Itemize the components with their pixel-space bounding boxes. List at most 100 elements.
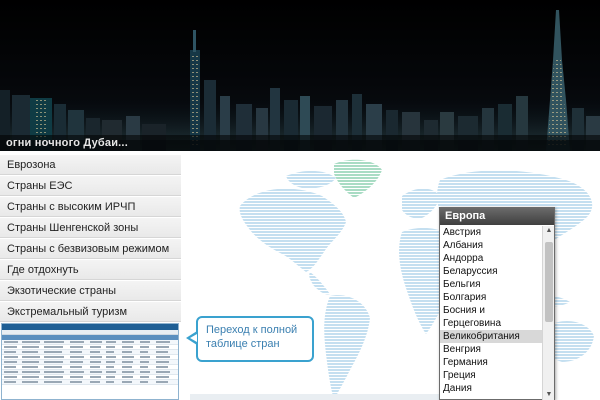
thumbnail-cell (4, 356, 18, 358)
country-option[interactable]: Андорра (440, 252, 542, 265)
thumbnail-cell (70, 346, 83, 348)
thumbnail-cell (140, 346, 149, 348)
thumbnail-cell (156, 366, 168, 368)
thumbnail-cell (156, 346, 169, 348)
sidebar-item-where-to-rest[interactable]: Где отдохнуть (0, 260, 181, 280)
thumbnail-row (2, 380, 178, 385)
thumbnail-cell (106, 381, 114, 383)
thumbnail-cell (70, 381, 82, 383)
thumbnail-cell (4, 376, 17, 378)
thumbnail-cell (156, 381, 168, 383)
thumbnail-cell (22, 346, 39, 348)
thumbnail-cell (70, 371, 84, 373)
thumbnail-cell (90, 366, 100, 368)
map-bottom-strip (190, 394, 440, 400)
countries-table-thumbnail[interactable] (1, 323, 179, 400)
map-central-america (309, 272, 330, 295)
banner-caption: огни ночного Дубаи... (0, 135, 600, 151)
thumbnail-cell (156, 356, 170, 358)
thumbnail-cell (22, 366, 38, 368)
thumbnail-cell (140, 356, 150, 358)
thumbnail-cell (44, 361, 63, 363)
header-banner: огни ночного Дубаи... (0, 0, 600, 151)
map-greenland (334, 159, 382, 198)
map-south-america (324, 295, 370, 400)
thumbnail-cell (22, 376, 39, 378)
thumbnail-cell (106, 356, 116, 358)
scroll-down-icon[interactable]: ▼ (543, 390, 555, 400)
sidebar-item-visa-free-countries[interactable]: Страны с безвизовым режимом (0, 239, 181, 259)
thumbnail-cell (106, 351, 114, 353)
thumbnail-cell (140, 381, 148, 383)
country-list: Австрия Албания Андорра Беларуссия Бельг… (440, 226, 542, 395)
thumbnail-cell (140, 366, 148, 368)
country-option[interactable]: Болгария (440, 291, 542, 304)
dropdown-scrollbar[interactable]: ▲ ▼ (542, 226, 554, 400)
sidebar-item-extreme-tourism[interactable]: Экстремальный туризм (0, 302, 181, 322)
sidebar-menu: Еврозона Страны ЕЭС Страны с высоким ИРЧ… (0, 155, 181, 323)
country-option[interactable]: Венгрия (440, 343, 542, 356)
thumbnail-cell (156, 341, 170, 343)
thumbnail-cell (70, 361, 83, 363)
thumbnail-cell (106, 346, 115, 348)
scroll-thumb[interactable] (545, 242, 553, 322)
country-option[interactable]: Бельгия (440, 278, 542, 291)
thumbnail-cell (44, 346, 63, 348)
thumbnail-cell (70, 356, 84, 358)
dropdown-title: Европа (440, 208, 554, 225)
country-option[interactable]: Албания (440, 239, 542, 252)
country-option-selected[interactable]: Великобритания (440, 330, 542, 343)
thumbnail-cell (90, 351, 100, 353)
country-option[interactable]: Германия (440, 356, 542, 369)
scroll-up-icon[interactable]: ▲ (543, 226, 555, 236)
thumbnail-cell (22, 381, 38, 383)
thumbnail-cell (122, 376, 133, 378)
thumbnail-cell (122, 346, 133, 348)
thumbnail-cell (70, 376, 83, 378)
thumbnail-cell (4, 366, 16, 368)
thumbnail-cell (70, 351, 82, 353)
thumbnail-cell (22, 361, 39, 363)
thumbnail-cell (122, 356, 134, 358)
thumbnail-cell (44, 371, 64, 373)
thumbnail-cell (4, 351, 16, 353)
sidebar-item-eec-countries[interactable]: Страны ЕЭС (0, 176, 181, 196)
sidebar-item-high-hdi-countries[interactable]: Страны с высоким ИРЧП (0, 197, 181, 217)
country-option[interactable]: Беларуссия (440, 265, 542, 278)
thumbnail-cell (22, 356, 40, 358)
country-option[interactable]: Австрия (440, 226, 542, 239)
thumbnail-cell (122, 361, 133, 363)
thumbnail-cell (70, 366, 82, 368)
sidebar-item-schengen-countries[interactable]: Страны Шенгенской зоны (0, 218, 181, 238)
thumbnail-cell (22, 371, 40, 373)
thumbnail-cell (106, 361, 115, 363)
thumbnail-cell (122, 371, 134, 373)
thumbnail-cell (106, 371, 116, 373)
thumbnail-cell (106, 376, 115, 378)
thumbnail-cell (140, 376, 149, 378)
thumbnail-cell (44, 351, 62, 353)
europe-country-dropdown[interactable]: Европа Австрия Албания Андорра Беларусси… (439, 207, 555, 400)
thumbnail-cell (44, 381, 62, 383)
thumbnail-cell (140, 341, 150, 343)
callout-pointer-inner (190, 334, 197, 342)
thumbnail-cell (106, 341, 116, 343)
thumbnail-cell (4, 341, 18, 343)
thumbnail-cell (4, 346, 17, 348)
thumbnail-cell (122, 381, 132, 383)
thumbnail-cell (4, 381, 16, 383)
thumbnail-cell (44, 341, 64, 343)
thumbnail-cell (44, 356, 64, 358)
sidebar-item-exotic-countries[interactable]: Экзотические страны (0, 281, 181, 301)
thumbnail-cell (122, 341, 134, 343)
sidebar-item-eurozone[interactable]: Еврозона (0, 155, 181, 175)
country-option[interactable]: Босния и Герцеговина (440, 304, 542, 330)
country-option[interactable]: Греция (440, 369, 542, 382)
map-canada-north (286, 170, 336, 189)
map-europe (402, 188, 440, 219)
thumbnail-cell (90, 361, 101, 363)
country-option[interactable]: Дания (440, 382, 542, 395)
thumbnail-cell (106, 366, 114, 368)
thumbnail-cell (140, 361, 149, 363)
thumbnail-cell (90, 381, 100, 383)
